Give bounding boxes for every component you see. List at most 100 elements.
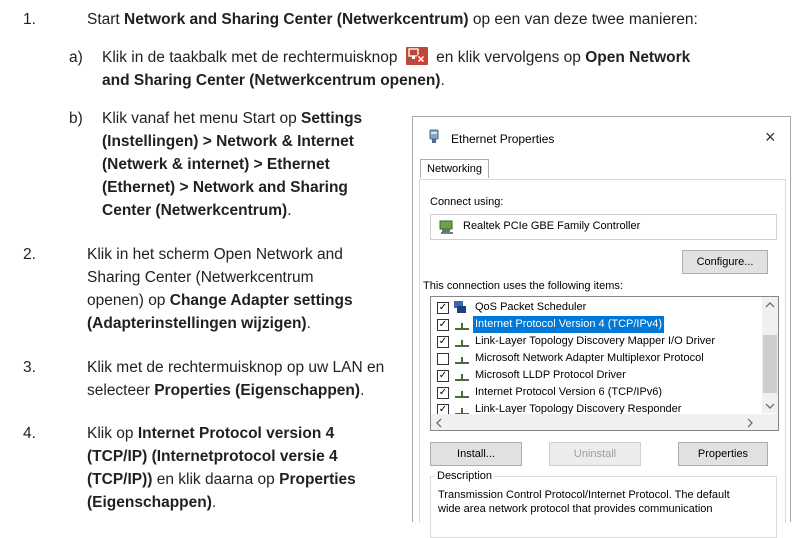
vertical-scrollbar[interactable] [762,297,778,413]
step-1b-line4: (Ethernet) > Network and Sharing [102,176,348,199]
step-1b-label: b) [69,110,83,127]
close-icon[interactable]: × [765,127,776,148]
text-run-bold: (Adapterinstellingen wijzigen) [87,315,307,332]
step-4-number: 4. [23,425,36,442]
description-group: Description Transmission Control Protoco… [430,470,777,538]
step-2-line3: openen) op Change Adapter settings [87,289,353,312]
text-run: op een van deze twee manieren: [468,11,698,28]
step-4-line3: (TCP/IP)) en klik daarna op Properties [87,468,356,491]
item-label: Link-Layer Topology Discovery Mapper I/O… [475,335,716,347]
text-run: Start [87,11,125,28]
text-run: openen) op [87,292,170,309]
list-item[interactable]: Microsoft Network Adapter Multiplexor Pr… [431,350,761,367]
tab-networking[interactable]: Networking [420,159,490,178]
text-run: Klik met de rechtermuisknop op uw LAN en [87,359,385,376]
step-1a-label: a) [69,49,83,66]
install-button[interactable]: Install... [430,442,522,466]
step-3-line1: Klik met de rechtermuisknop op uw LAN en [87,356,384,379]
scroll-left-icon[interactable] [435,418,443,428]
step-2-line2: Sharing Center (Netwerkcentrum [87,266,314,289]
dialog-titlebar[interactable]: Ethernet Properties × [413,117,790,155]
list-item[interactable]: ✓ Link-Layer Topology Discovery Mapper I… [431,333,761,350]
text-run: . [306,315,311,332]
properties-button[interactable]: Properties [678,442,768,466]
item-label: QoS Packet Scheduler [475,301,587,313]
text-run-bold: Properties (Eigenschappen) [154,382,361,399]
protocol-icon [455,371,469,381]
item-label: Microsoft LLDP Protocol Driver [475,369,626,381]
text-run-bold: Properties [279,471,356,488]
step-1a-line1: Klik in de taakbalk met de rechtermuiskn… [102,46,690,69]
text-run: Klik op [87,425,138,442]
text-run: . [440,72,445,89]
checkbox[interactable]: ✓ [437,370,449,382]
text-run: . [287,202,292,219]
text-run-bold: (TCP/IP) (Internetprotocol versie 4 [87,448,338,465]
ethernet-adapter-icon [427,129,441,145]
step-2-line4: (Adapterinstellingen wijzigen). [87,312,311,335]
connect-using-label: Connect using: [430,196,504,208]
ethernet-properties-dialog: Ethernet Properties × Networking Connect… [412,116,791,538]
text-run-bold: (Ethernet) > Network and Sharing [102,179,348,196]
text-run-bold: (Instellingen) > Network & Internet [102,133,354,150]
text-run-bold: Change Adapter settings [169,292,353,309]
step-2-number: 2. [23,246,36,263]
protocol-icon [455,337,469,347]
item-label: Internet Protocol Version 6 (TCP/IPv6) [475,386,663,398]
checkbox[interactable]: ✓ [437,302,449,314]
text-run-bold: Network and Sharing Center (Netwerkcentr… [124,11,469,28]
step-1b-line5: Center (Netwerkcentrum). [102,199,292,222]
text-run: Klik in het scherm Open Network and [87,246,343,263]
checkbox[interactable] [437,353,449,365]
scroll-right-icon[interactable] [746,418,754,428]
protocol-icon [455,354,469,364]
qos-scheduler-icon [453,300,467,314]
adapter-name: Realtek PCIe GBE Family Controller [463,220,641,232]
items-label: This connection uses the following items… [423,280,623,292]
step-1a-line2: and Sharing Center (Netwerkcentrum opene… [102,69,445,92]
description-label: Description [435,470,495,482]
step-1b-line1: Klik vanaf het menu Start op Settings [102,107,362,130]
text-run: Klik in de taakbalk met de rechtermuiskn… [102,49,398,66]
step-1b-line3: (Netwerk & internet) > Ethernet [102,153,330,176]
step-1-number: 1. [23,11,36,28]
scroll-thumb[interactable] [763,335,777,393]
checkbox[interactable]: ✓ [437,387,449,399]
list-item[interactable]: ✓ Internet Protocol Version 6 (TCP/IPv6) [431,384,761,401]
item-label: Microsoft Network Adapter Multiplexor Pr… [475,352,704,364]
text-run: en klik vervolgens op [436,49,581,66]
scroll-up-icon[interactable] [765,300,775,308]
list-item[interactable]: ✓ QoS Packet Scheduler [431,299,761,316]
scroll-down-icon[interactable] [765,401,775,409]
text-run: . [360,382,365,399]
text-run-bold: Settings [301,110,363,127]
horizontal-scrollbar[interactable] [431,414,778,430]
text-run-bold: (TCP/IP)) [87,471,153,488]
adapter-box: Realtek PCIe GBE Family Controller [430,214,777,240]
uninstall-button[interactable]: Uninstall [549,442,641,466]
items-list[interactable]: ✓ QoS Packet Scheduler ✓ Internet Protoc… [430,296,779,431]
text-run-bold: and Sharing Center (Netwerkcentrum opene… [102,72,441,89]
text-run: . [211,494,217,511]
step-1b-line2: (Instellingen) > Network & Internet [102,130,354,153]
list-item[interactable]: ✓ Microsoft LLDP Protocol Driver [431,367,761,384]
text-run: selecteer [87,382,155,399]
description-line-1: Transmission Control Protocol/Internet P… [438,489,730,501]
checkbox[interactable]: ✓ [437,319,449,331]
network-adapter-icon [439,219,455,235]
protocol-icon [455,388,469,398]
checkbox[interactable]: ✓ [437,336,449,348]
networking-panel: Connect using: Realtek PCIe GBE Family C… [419,179,786,538]
text-run: Klik vanaf het menu Start op [102,110,302,127]
configure-button[interactable]: Configure... [682,250,768,274]
text-run-bold: Center (Netwerkcentrum) [102,202,288,219]
step-3-number: 3. [23,359,36,376]
step-4-line4: (Eigenschappen). [87,491,216,514]
text-run: en klik daarna op [152,471,280,488]
item-label: Internet Protocol Version 4 (TCP/IPv4) [473,316,665,333]
list-item[interactable]: ✓ Internet Protocol Version 4 (TCP/IPv4) [431,316,761,333]
text-run-bold: (Eigenschappen) [87,494,212,511]
network-tray-icon [405,47,428,65]
text-run-bold: Internet Protocol version 4 [137,425,335,442]
step-4-line2: (TCP/IP) (Internetprotocol versie 4 [87,445,338,468]
